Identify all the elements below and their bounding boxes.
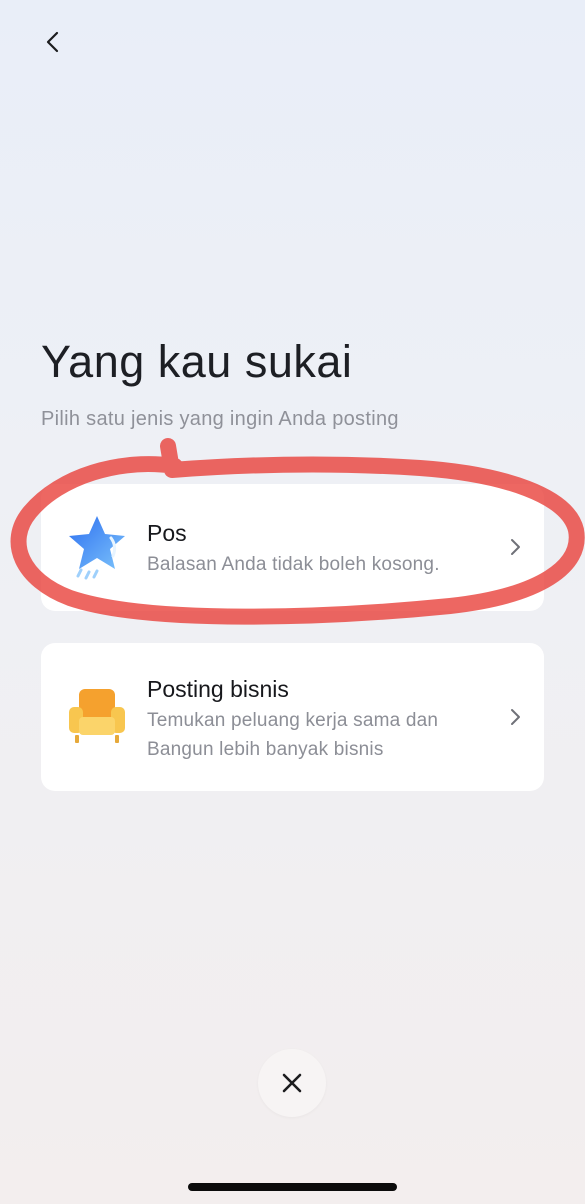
- sofa-icon: [69, 689, 125, 743]
- option-description-line: Bangun lebih banyak bisnis: [147, 739, 384, 760]
- chevron-left-icon: [46, 31, 59, 53]
- star-icon: [69, 516, 125, 580]
- option-card-business-post[interactable]: Posting bisnis Temukan peluang kerja sam…: [41, 643, 544, 791]
- chevron-right-icon: [511, 709, 520, 725]
- option-card-pos[interactable]: Pos Balasan Anda tidak boleh kosong.: [41, 484, 544, 611]
- option-description: Balasan Anda tidak boleh kosong.: [147, 550, 440, 579]
- page-subtitle: Pilih satu jenis yang ingin Anda posting: [41, 408, 399, 430]
- back-button[interactable]: [30, 18, 78, 66]
- close-button[interactable]: [258, 1049, 326, 1117]
- option-title: Pos: [147, 520, 187, 546]
- option-description-line: Balasan Anda tidak boleh kosong.: [147, 554, 440, 575]
- option-description: Temukan peluang kerja sama dan Bangun le…: [147, 706, 487, 764]
- page-title: Yang kau sukai: [41, 336, 353, 387]
- option-title: Posting bisnis: [147, 676, 289, 702]
- chevron-right-icon: [511, 539, 520, 555]
- close-icon: [282, 1073, 302, 1093]
- home-indicator: [188, 1183, 397, 1191]
- option-description-line: Temukan peluang kerja sama dan: [147, 710, 439, 731]
